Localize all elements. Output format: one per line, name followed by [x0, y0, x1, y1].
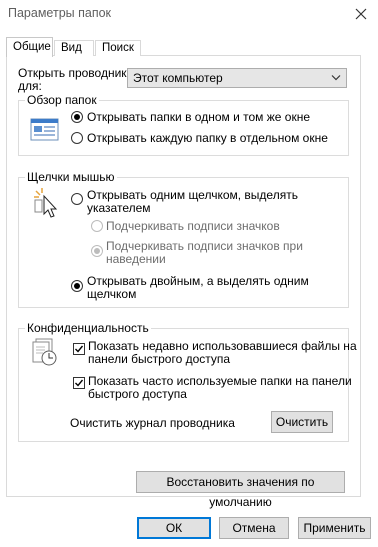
- restore-defaults-button[interactable]: Восстановить значения по умолчанию: [136, 471, 345, 509]
- radio-underline-hover[interactable]: [91, 245, 103, 257]
- apply-button[interactable]: Применить: [298, 517, 371, 539]
- radio-new-window[interactable]: [71, 132, 83, 144]
- radio-double-click[interactable]: [71, 280, 83, 292]
- folder-window-icon: [30, 118, 59, 141]
- frequent-folders-label-line2: быстрого доступа: [88, 387, 187, 401]
- title-bar: Параметры папок: [0, 0, 378, 30]
- checkbox-recent-files[interactable]: [73, 343, 85, 355]
- chevron-down-icon: [331, 75, 341, 81]
- pointer-click-icon: [34, 188, 58, 218]
- single-click-label-line2: указателем: [87, 201, 151, 215]
- open-explorer-label-line2: для:: [18, 79, 42, 93]
- cancel-button[interactable]: Отмена: [219, 517, 289, 539]
- checkbox-frequent-folders[interactable]: [73, 377, 85, 389]
- same-window-label: Открывать папки в одном и том же окне: [87, 110, 310, 124]
- close-button[interactable]: [350, 3, 372, 25]
- radio-underline-all[interactable]: [91, 220, 103, 232]
- checkmark-icon: [75, 345, 84, 353]
- ok-button[interactable]: ОК: [137, 517, 211, 539]
- browse-folders-group: Обзор папок: [18, 93, 349, 156]
- privacy-title: Конфиденциальность: [25, 321, 151, 335]
- recent-files-label-line2: панели быстрого доступа: [88, 352, 231, 366]
- underline-hover-label-line2: наведении: [106, 252, 166, 266]
- frequent-folders-label: Показать часто используемые папки на пан…: [88, 374, 352, 388]
- click-items-title: Щелчки мышью: [25, 170, 117, 184]
- radio-same-window[interactable]: [71, 111, 83, 123]
- close-icon: [355, 8, 367, 20]
- underline-hover-label: Подчеркивать подписи значков при: [106, 239, 303, 253]
- recent-files-label: Показать недавно использовавшиеся файлы …: [88, 339, 357, 353]
- browse-folders-title: Обзор папок: [25, 93, 99, 107]
- checkmark-icon: [75, 379, 84, 387]
- open-explorer-value: Этот компьютер: [133, 71, 223, 85]
- tab-view[interactable]: Вид: [54, 40, 94, 56]
- window-title: Параметры папок: [8, 6, 112, 20]
- new-window-label: Открывать каждую папку в отдельном окне: [87, 131, 328, 145]
- recent-items-icon: [32, 338, 57, 366]
- single-click-label: Открывать одним щелчком, выделять: [87, 188, 298, 202]
- open-explorer-select[interactable]: Этот компьютер: [127, 68, 347, 88]
- clear-button[interactable]: Очистить: [271, 411, 333, 433]
- clear-history-label: Очистить журнал проводника: [70, 416, 235, 430]
- open-explorer-label: Открыть проводник: [18, 66, 127, 80]
- double-click-label: Открывать двойным, а выделять одним: [87, 274, 309, 288]
- tab-search[interactable]: Поиск: [95, 40, 141, 56]
- double-click-label-line2: щелчком: [87, 287, 137, 301]
- underline-all-label: Подчеркивать подписи значков: [106, 219, 280, 233]
- tab-general[interactable]: Общие: [6, 37, 53, 57]
- radio-single-click[interactable]: [71, 193, 83, 205]
